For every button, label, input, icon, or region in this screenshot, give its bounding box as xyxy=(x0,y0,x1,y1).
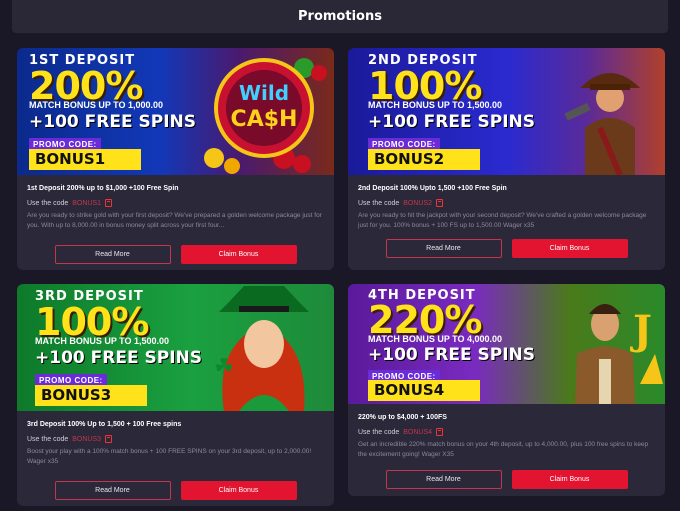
card-description: Get an incredible 220% match bonus on yo… xyxy=(358,441,649,458)
card-title: 1st Deposit 200% up to $1,000 +100 Free … xyxy=(27,185,179,192)
header-bar: Promotions xyxy=(12,0,668,33)
explorer-art: J xyxy=(575,304,663,404)
banner-match-text: MATCH BONUS UP TO 1,000.00 xyxy=(29,100,164,110)
promo-code-box: BONUS4 xyxy=(368,380,480,401)
copy-icon[interactable] xyxy=(436,199,444,207)
leprechaun-girl-art: ☘ xyxy=(214,286,309,411)
banner-match-text: MATCH BONUS UP TO 1,500.00 xyxy=(35,336,170,346)
card-title: 220% up to $4,000 + 100FS xyxy=(358,414,447,421)
code-prefix: Use the code xyxy=(358,428,400,436)
promo-code-box: BONUS2 xyxy=(368,149,480,170)
claim-bonus-button[interactable]: Claim Bonus xyxy=(180,245,297,264)
promo-card-2: 2ND DEPOSIT 100% MATCH BONUS UP TO 1,500… xyxy=(348,48,665,270)
cowboy-art xyxy=(564,73,640,175)
banner-match-text: MATCH BONUS UP TO 4,000.00 xyxy=(368,334,503,344)
clover-icon: ☘ xyxy=(214,355,234,380)
banner-free-spins: +100 FREE SPINS xyxy=(368,112,535,132)
wild-cash-slot-art: Wild CA$H xyxy=(204,58,327,174)
claim-bonus-button[interactable]: Claim Bonus xyxy=(511,239,628,258)
promo-code-box: BONUS1 xyxy=(29,149,141,170)
read-more-button[interactable]: Read More xyxy=(385,239,502,258)
bonus-code[interactable]: BONUS4 xyxy=(403,429,432,436)
promo-banner-2[interactable]: 2ND DEPOSIT 100% MATCH BONUS UP TO 1,500… xyxy=(348,48,665,175)
bonus-code[interactable]: BONUS2 xyxy=(403,200,432,207)
promo-banner-3[interactable]: ☘ 3RD DEPOSIT 100% MATCH BONUS UP TO 1,5… xyxy=(17,284,334,411)
code-line: Use the code BONUS4 xyxy=(358,428,655,436)
cash-art-text: CA$H xyxy=(231,107,298,132)
bonus-code[interactable]: BONUS3 xyxy=(72,436,101,443)
code-prefix: Use the code xyxy=(27,435,69,443)
card-title: 2nd Deposit 100% Upto 1,500 +100 Free Sp… xyxy=(358,185,507,192)
code-prefix: Use the code xyxy=(358,199,400,207)
promo-card-4: J 4TH DEPOSIT 220% MATCH BONUS UP TO 4,0… xyxy=(348,284,665,496)
read-more-button[interactable]: Read More xyxy=(385,470,502,489)
banner-free-spins: +100 FREE SPINS xyxy=(35,348,202,368)
code-line: Use the code BONUS3 xyxy=(27,435,324,443)
code-prefix: Use the code xyxy=(27,199,69,207)
claim-bonus-button[interactable]: Claim Bonus xyxy=(511,470,628,489)
promo-banner-1[interactable]: Wild CA$H 1ST DEPOSIT 200% MATCH BONUS U… xyxy=(17,48,334,175)
bonus-code[interactable]: BONUS1 xyxy=(72,200,101,207)
golden-letter-j-icon: J xyxy=(630,307,652,354)
card-description: Are you ready to hit the jackpot with yo… xyxy=(358,212,647,229)
banner-match-text: MATCH BONUS UP TO 1,500.00 xyxy=(368,100,503,110)
wild-art-text: Wild xyxy=(239,81,289,105)
code-line: Use the code BONUS2 xyxy=(358,199,655,207)
read-more-button[interactable]: Read More xyxy=(54,245,171,264)
banner-free-spins: +100 FREE SPINS xyxy=(29,112,196,132)
card-description: Are you ready to strike gold with your f… xyxy=(27,212,322,229)
promo-banner-4[interactable]: J 4TH DEPOSIT 220% MATCH BONUS UP TO 4,0… xyxy=(348,284,665,404)
copy-icon[interactable] xyxy=(436,428,444,436)
code-line: Use the code BONUS1 xyxy=(27,199,324,207)
copy-icon[interactable] xyxy=(105,435,113,443)
page-title: Promotions xyxy=(298,9,382,24)
claim-bonus-button[interactable]: Claim Bonus xyxy=(180,481,297,500)
copy-icon[interactable] xyxy=(105,199,113,207)
card-description: Boost your play with a 100% match bonus … xyxy=(27,448,312,465)
promo-code-box: BONUS3 xyxy=(35,385,147,406)
read-more-button[interactable]: Read More xyxy=(54,481,171,500)
promo-card-1: Wild CA$H 1ST DEPOSIT 200% MATCH BONUS U… xyxy=(17,48,334,270)
card-title: 3rd Deposit 100% Up to 1,500 + 100 Free … xyxy=(27,421,182,428)
banner-free-spins: +100 FREE SPINS xyxy=(368,345,535,365)
promo-card-3: ☘ 3RD DEPOSIT 100% MATCH BONUS UP TO 1,5… xyxy=(17,284,334,506)
